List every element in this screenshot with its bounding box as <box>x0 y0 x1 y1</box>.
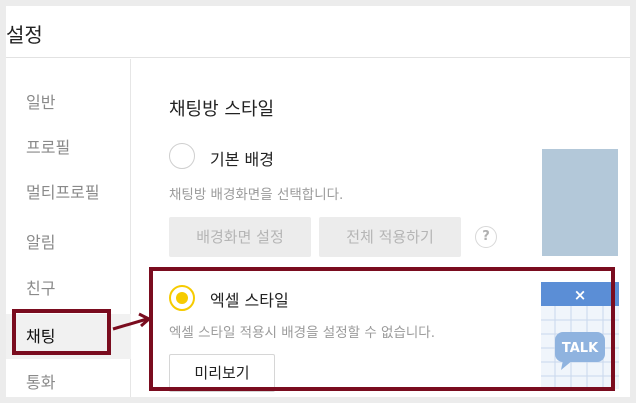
title-bar: 설정 <box>6 6 630 58</box>
highlight-excel-option <box>149 267 615 391</box>
option-label-basic: 기본 배경 <box>210 150 274 169</box>
basic-background-thumbnail <box>542 149 618 256</box>
set-background-button[interactable]: 배경화면 설정 <box>169 217 311 257</box>
sidebar-item-general[interactable]: 일반 <box>6 80 131 125</box>
sidebar-item-profile[interactable]: 프로필 <box>6 125 131 170</box>
option-desc-basic: 채팅방 배경화면을 선택합니다. <box>169 187 344 203</box>
sidebar-item-call[interactable]: 통화 <box>6 360 131 397</box>
sidebar-item-multiprofile[interactable]: 멀티프로필 <box>6 170 131 215</box>
help-icon[interactable]: ? <box>475 226 497 248</box>
apply-all-button[interactable]: 전체 적용하기 <box>319 217 461 257</box>
radio-basic-background[interactable] <box>169 143 195 169</box>
sidebar-item-notifications[interactable]: 알림 <box>6 220 131 265</box>
sidebar-item-friends[interactable]: 친구 <box>6 266 131 311</box>
window-title: 설정 <box>6 23 43 47</box>
annotation-arrow-icon <box>112 312 152 331</box>
highlight-chat-menu <box>12 309 111 355</box>
section-title: 채팅방 스타일 <box>169 99 275 120</box>
